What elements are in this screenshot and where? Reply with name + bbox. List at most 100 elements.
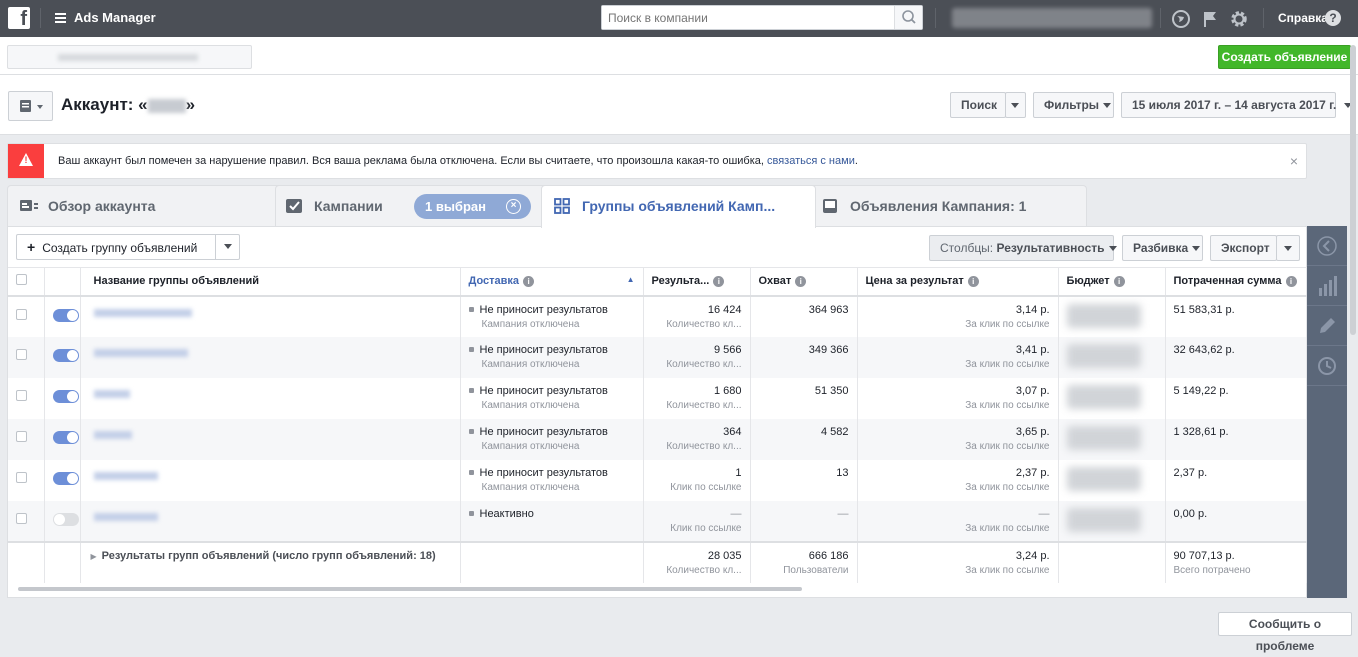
column-header-spent[interactable]: Потраченная сумма i <box>1165 267 1307 297</box>
column-header-reach[interactable]: Охват i <box>750 267 858 297</box>
search-dropdown-button[interactable] <box>1005 92 1026 118</box>
adset-toggle[interactable] <box>52 389 79 403</box>
expand-arrow-icon[interactable]: ▶ <box>91 552 97 561</box>
breakdown-button[interactable]: Разбивка <box>1122 235 1203 261</box>
sort-ascending-icon[interactable]: ▲ <box>627 275 635 284</box>
search-box[interactable] <box>601 5 923 30</box>
budget-value[interactable] <box>1066 384 1141 409</box>
create-adset-dropdown[interactable] <box>216 235 239 259</box>
budget-value[interactable] <box>1066 507 1141 532</box>
account-overview-icon <box>20 200 38 211</box>
results-label: Количество кл... <box>666 358 742 370</box>
filters-button[interactable]: Фильтры <box>1033 92 1114 118</box>
cost-cell: 3,14 р. За клик по ссылке <box>857 295 1059 337</box>
facebook-logo-icon[interactable]: f <box>8 7 30 30</box>
table-row[interactable]: Не приносит результатов Кампания отключен… <box>8 418 1307 460</box>
contact-us-link[interactable]: связаться с нами <box>767 155 855 167</box>
close-icon[interactable]: × <box>506 199 521 214</box>
table-row[interactable]: Не приносит результатов Кампания отключен… <box>8 377 1307 419</box>
adset-name-link[interactable] <box>93 348 188 357</box>
adset-name-cell <box>80 336 461 378</box>
adset-name-link[interactable] <box>93 512 158 521</box>
search-input[interactable] <box>602 6 892 29</box>
warning-icon: ! <box>8 144 44 178</box>
column-header-budget[interactable]: Бюджет i <box>1058 267 1166 297</box>
budget-value[interactable] <box>1066 343 1141 368</box>
tab-ads[interactable]: Объявления Кампания: 1 <box>809 185 1087 227</box>
delivery-status: Не приносит результатов <box>479 303 608 316</box>
delivery-cell: Не приносит результатов Кампания отключен… <box>460 295 644 337</box>
app-title[interactable]: Ads Manager <box>74 10 156 25</box>
row-select-cell <box>8 459 45 501</box>
account-menu-button[interactable] <box>8 91 53 121</box>
adset-name-link[interactable] <box>93 389 130 398</box>
table-row[interactable]: Не приносит результатов Кампания отключен… <box>8 459 1307 501</box>
adset-toggle[interactable] <box>52 430 79 444</box>
info-icon[interactable]: i <box>795 275 807 287</box>
adset-name-link[interactable] <box>93 471 158 480</box>
column-header-results[interactable]: Результа... i <box>643 267 751 297</box>
row-checkbox[interactable] <box>16 512 27 524</box>
vertical-scrollbar[interactable] <box>1350 45 1356 335</box>
delivery-status: Не приносит результатов <box>479 425 608 438</box>
adset-toggle[interactable] <box>52 348 79 362</box>
export-dropdown-button[interactable] <box>1276 235 1300 261</box>
tab-ad-sets[interactable]: Группы объявлений Камп... <box>541 185 816 228</box>
column-header-label: Название группы объявлений <box>93 275 260 288</box>
export-button[interactable]: Экспорт <box>1210 235 1277 261</box>
history-button[interactable] <box>1307 346 1347 386</box>
separator <box>935 8 936 28</box>
adset-toggle[interactable] <box>52 308 79 322</box>
info-icon[interactable]: i <box>1113 275 1125 287</box>
create-ad-button[interactable]: Создать объявление <box>1218 45 1351 69</box>
column-header-name[interactable]: Название группы объявлений <box>80 267 461 297</box>
info-icon[interactable]: i <box>967 275 979 287</box>
row-checkbox[interactable] <box>16 348 27 360</box>
columns-button[interactable]: Столбцы: Результативность <box>929 235 1117 261</box>
collapse-panel-button[interactable] <box>1307 226 1347 266</box>
table-row[interactable]: Неактивно — Клик по ссылке — — За клик по … <box>8 500 1307 542</box>
search-filter-button[interactable]: Поиск <box>950 92 1006 118</box>
tab-account-overview[interactable]: Обзор аккаунта <box>7 185 292 227</box>
row-checkbox[interactable] <box>16 389 27 401</box>
report-problem-button[interactable]: Сообщить о проблеме <box>1218 612 1352 653</box>
row-checkbox[interactable] <box>16 471 27 483</box>
search-button[interactable] <box>894 6 922 29</box>
help-link[interactable]: Справка <box>1278 11 1328 25</box>
budget-value[interactable] <box>1066 303 1141 328</box>
totals-row: ▶ Результаты групп объявлений (число груп… <box>8 540 1307 583</box>
adset-toggle[interactable] <box>52 471 79 485</box>
adset-toggle[interactable] <box>52 512 79 526</box>
budget-value[interactable] <box>1066 425 1141 450</box>
flag-icon[interactable] <box>1200 9 1220 29</box>
row-checkbox[interactable] <box>16 430 27 442</box>
column-header-delivery[interactable]: Доставка i ▲ <box>460 267 644 297</box>
select-all-checkbox[interactable] <box>16 274 27 286</box>
help-icon[interactable]: ? <box>1325 10 1341 26</box>
menu-icon[interactable] <box>55 13 66 23</box>
info-icon[interactable]: i <box>1285 275 1297 287</box>
adset-name-link[interactable] <box>93 308 192 317</box>
row-checkbox[interactable] <box>16 308 27 320</box>
info-icon[interactable]: i <box>523 275 535 287</box>
globe-icon[interactable] <box>1171 9 1191 29</box>
performance-chart-button[interactable] <box>1307 266 1347 306</box>
horizontal-scrollbar[interactable] <box>18 587 802 591</box>
edit-button[interactable] <box>1307 306 1347 346</box>
create-adset-button[interactable]: + Создать группу объявлений <box>16 234 240 260</box>
close-icon[interactable]: × <box>1290 153 1298 169</box>
adset-name-link[interactable] <box>93 430 132 439</box>
chevron-down-icon <box>1284 246 1292 252</box>
date-range-picker[interactable]: 15 июля 2017 г. – 14 августа 2017 г. <box>1121 92 1353 118</box>
breadcrumb[interactable] <box>7 45 252 69</box>
column-header-cost[interactable]: Цена за результат i <box>857 267 1059 297</box>
budget-value[interactable] <box>1066 466 1141 491</box>
totals-label-cell[interactable]: ▶ Результаты групп объявлений (число груп… <box>80 540 461 583</box>
selected-filter-pill[interactable]: 1 выбран × <box>414 194 531 219</box>
create-adset-main[interactable]: + Создать группу объявлений <box>17 235 216 259</box>
table-row[interactable]: Не приносит результатов Кампания отключен… <box>8 336 1307 378</box>
info-icon[interactable]: i <box>713 275 725 287</box>
gear-icon[interactable] <box>1229 9 1249 29</box>
account-switcher[interactable] <box>952 8 1152 28</box>
table-row[interactable]: Не приносит результатов Кампания отключен… <box>8 295 1307 337</box>
